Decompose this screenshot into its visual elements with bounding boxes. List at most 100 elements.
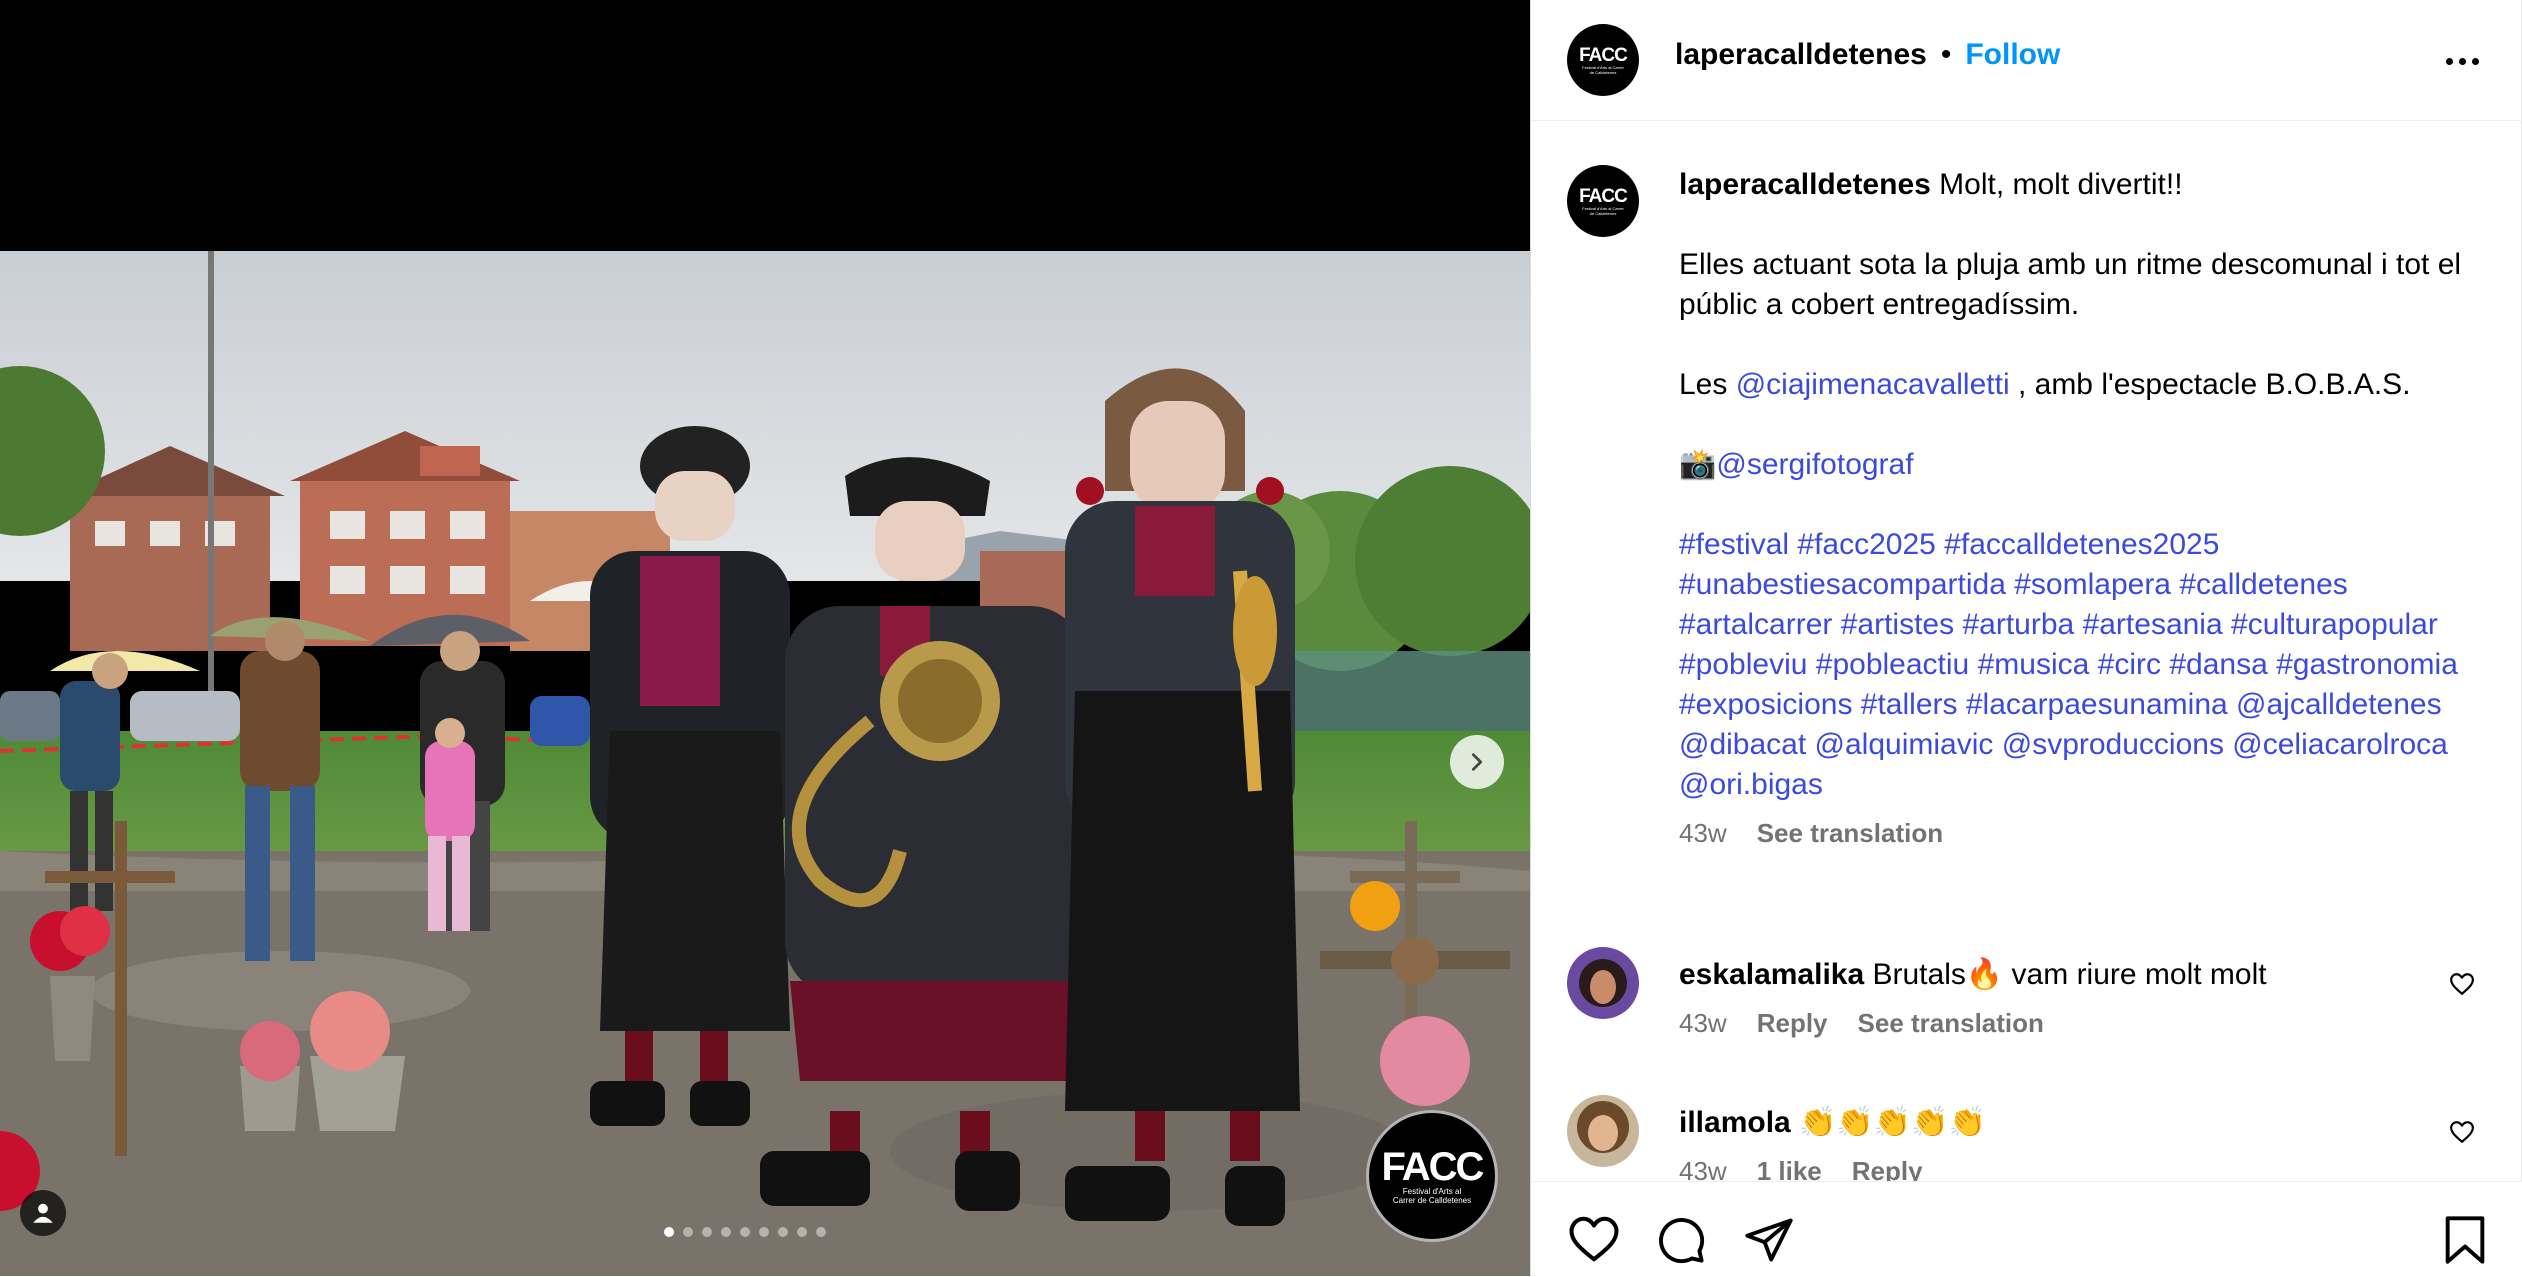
- comment-button[interactable]: [1655, 1214, 1707, 1271]
- likes-count[interactable]: 1 like: [1757, 1151, 1822, 1181]
- commenter-username[interactable]: eskalamalika: [1679, 958, 1864, 991]
- comment-meta: 43w 1 like Reply: [1679, 1151, 2439, 1181]
- carousel-dot: [816, 1227, 826, 1237]
- mention-link[interactable]: @dibacat: [1679, 728, 1806, 761]
- hashtags: #festival #facc2025 #faccalldetenes2025 …: [1679, 525, 2479, 805]
- like-button[interactable]: [1567, 1214, 1621, 1269]
- mention-link[interactable]: @ori.bigas: [1679, 768, 1823, 801]
- hashtag-link[interactable]: #artalcarrer: [1679, 608, 1832, 641]
- mention-link[interactable]: @ajcalldetenes: [2236, 688, 2442, 721]
- camera-emoji: 📸: [1679, 448, 1717, 481]
- hashtag-link[interactable]: #pobleactiu: [1816, 648, 1969, 681]
- dot-icon: [2472, 58, 2479, 65]
- dot-icon: [2446, 58, 2453, 65]
- comment-icon: [1659, 1218, 1705, 1264]
- hashtag-link[interactable]: #circ: [2098, 648, 2161, 681]
- author-username[interactable]: laperacalldetenes: [1675, 38, 1927, 72]
- caption-author-avatar[interactable]: FACC Festival d'Arts al Carrer de Callde…: [1567, 165, 1639, 237]
- carousel-dot: [683, 1227, 693, 1237]
- hashtag-link[interactable]: #unabestiesacompartida: [1679, 568, 2006, 601]
- mention-link[interactable]: @ciajimenacavalletti: [1736, 368, 2010, 401]
- carousel-dot: [702, 1227, 712, 1237]
- hashtag-link[interactable]: #gastronomia: [2276, 648, 2458, 681]
- hashtag-link[interactable]: #somlapera: [2014, 568, 2171, 601]
- watermark-text: FACC: [1381, 1145, 1485, 1189]
- facc-watermark: FACC Festival d'Arts al Carrer de Callde…: [1366, 1110, 1498, 1242]
- heart-icon: [2450, 973, 2474, 996]
- share-button[interactable]: [1743, 1214, 1795, 1271]
- hashtag-link[interactable]: #artistes: [1841, 608, 1954, 641]
- caption-para3-prefix: Les: [1679, 368, 1736, 401]
- user-tags-button[interactable]: [20, 1190, 66, 1236]
- avatar-image: [1567, 947, 1639, 1019]
- hashtag-link[interactable]: #faccalldetenes2025: [1944, 528, 2219, 561]
- follow-button[interactable]: Follow: [1965, 38, 2060, 72]
- mention-link[interactable]: @alquimiavic: [1815, 728, 1994, 761]
- user-tag-icon: [33, 1203, 53, 1223]
- like-comment-button[interactable]: [2449, 971, 2475, 1002]
- carousel-dot: [759, 1227, 769, 1237]
- comment-text: 👏👏👏👏👏: [1799, 1106, 1986, 1139]
- mention-link[interactable]: @svproduccions: [2002, 728, 2224, 761]
- comment-text: Brutals🔥 vam riure molt molt: [1872, 958, 2267, 991]
- watermark-subtext: Festival d'Arts al Carrer de Calldetenes: [1392, 1187, 1472, 1205]
- photographer-link[interactable]: @sergifotograf: [1716, 448, 1913, 481]
- more-options-button[interactable]: [2446, 58, 2479, 65]
- mention-link[interactable]: @celiacarolroca: [2232, 728, 2448, 761]
- avatar-subtext: Festival d'Arts al Carrer de Calldetenes: [1582, 64, 1624, 75]
- commenter-username[interactable]: illamola: [1679, 1106, 1791, 1139]
- save-button[interactable]: [2443, 1214, 2487, 1271]
- hashtag-link[interactable]: #culturapopular: [2231, 608, 2438, 641]
- reply-button[interactable]: Reply: [1852, 1151, 1923, 1181]
- caption-meta: 43w See translation: [1679, 813, 2479, 853]
- separator-dot: •: [1940, 38, 1952, 71]
- caption-para3-suffix: , amb l'espectacle B.O.B.A.S.: [2009, 368, 2411, 401]
- commenter-avatar[interactable]: [1567, 947, 1639, 1019]
- comment-body: illamola 👏👏👏👏👏 43w 1 like Reply: [1679, 1103, 2439, 1181]
- caption-username[interactable]: laperacalldetenes: [1679, 168, 1931, 201]
- carousel-dots: [664, 1227, 826, 1237]
- carousel-dot: [740, 1227, 750, 1237]
- see-translation-button[interactable]: See translation: [1757, 813, 1943, 853]
- hashtag-link[interactable]: #calldetenes: [2179, 568, 2347, 601]
- post-photo[interactable]: [0, 251, 1530, 1276]
- avatar-text: FACC: [1579, 44, 1628, 66]
- post-media: FACC Festival d'Arts al Carrer de Callde…: [0, 0, 1530, 1276]
- comments-scroll-area[interactable]: FACC Festival d'Arts al Carrer de Callde…: [1531, 121, 2522, 1181]
- avatar-subtext: Festival d'Arts al Carrer de Calldetenes: [1582, 205, 1624, 216]
- hashtag-link[interactable]: #facc2025: [1797, 528, 1935, 561]
- caption-time: 43w: [1679, 818, 1727, 848]
- caption-line1: Molt, molt divertit!!: [1939, 168, 2183, 201]
- carousel-dot: [721, 1227, 731, 1237]
- post-caption: laperacalldetenes Molt, molt divertit!! …: [1679, 165, 2479, 853]
- hashtag-link[interactable]: #pobleviu: [1679, 648, 1807, 681]
- hashtag-link[interactable]: #dansa: [2169, 648, 2267, 681]
- hashtag-link[interactable]: #exposicions: [1679, 688, 1852, 721]
- heart-icon: [2450, 1121, 2474, 1144]
- author-avatar[interactable]: FACC Festival d'Arts al Carrer de Callde…: [1567, 24, 1639, 96]
- post-details-panel: FACC Festival d'Arts al Carrer de Callde…: [1530, 0, 2522, 1277]
- carousel-dot: [797, 1227, 807, 1237]
- heart-icon: [1569, 1216, 1619, 1262]
- carousel-dot: [664, 1227, 674, 1237]
- header-user-row: laperacalldetenes • Follow: [1675, 38, 2060, 72]
- comment-meta: 43w Reply See translation: [1679, 1003, 2439, 1043]
- bookmark-icon: [2445, 1216, 2485, 1264]
- hashtag-link[interactable]: #tallers: [1861, 688, 1958, 721]
- hashtag-link[interactable]: #artesania: [2083, 608, 2223, 641]
- comment-time: 43w: [1679, 1156, 1727, 1181]
- hashtag-link[interactable]: #arturba: [1962, 608, 2074, 641]
- like-comment-button[interactable]: [2449, 1119, 2475, 1150]
- hashtag-link[interactable]: #lacarpaesunamina: [1966, 688, 2228, 721]
- see-translation-button[interactable]: See translation: [1858, 1003, 2044, 1043]
- caption-para2: Elles actuant sota la pluja amb un ritme…: [1679, 248, 2462, 321]
- hashtag-link[interactable]: #festival: [1679, 528, 1789, 561]
- comment-time: 43w: [1679, 1008, 1727, 1038]
- commenter-avatar[interactable]: [1567, 1095, 1639, 1167]
- next-slide-button[interactable]: [1450, 735, 1504, 789]
- hashtag-link[interactable]: #musica: [1978, 648, 2090, 681]
- post-actions-bar: [1531, 1181, 2522, 1277]
- chevron-right-icon: [1471, 753, 1483, 771]
- reply-button[interactable]: Reply: [1757, 1003, 1828, 1043]
- carousel-dot: [778, 1227, 788, 1237]
